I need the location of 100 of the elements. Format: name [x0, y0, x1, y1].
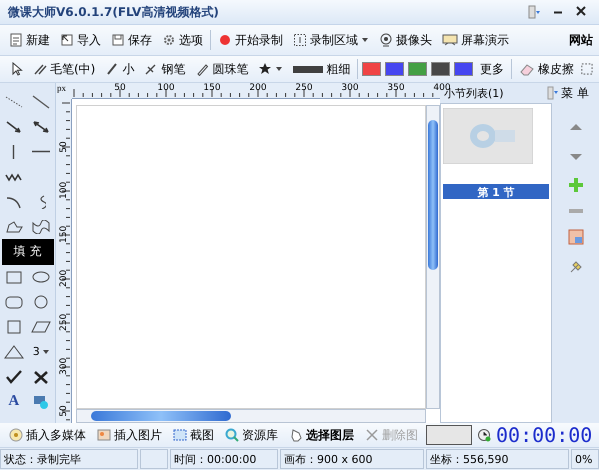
- menu-icon: [527, 5, 541, 19]
- ruler-label: 300: [59, 359, 69, 375]
- status-time: 时间：00:00:00: [170, 449, 278, 469]
- ruler-unit: px: [56, 83, 72, 99]
- check-icon: [4, 370, 24, 384]
- toolbar-button[interactable]: 开始录制: [215, 30, 286, 50]
- pen-button[interactable]: 钢笔: [141, 58, 188, 80]
- ruler-label: 150: [203, 83, 221, 93]
- ruler-label: 300: [341, 83, 359, 93]
- image-button[interactable]: [568, 229, 584, 245]
- fill-button[interactable]: 填 充: [2, 238, 54, 264]
- screenshot-icon: [173, 428, 187, 442]
- vertical-line-icon: [12, 144, 16, 158]
- ruler-label: 250: [295, 83, 313, 93]
- webcam-icon: [379, 33, 393, 47]
- ruler-label: 100: [157, 83, 175, 93]
- status-canvas-size: 画布：900 x 600: [280, 449, 424, 469]
- brush-icon: [33, 62, 47, 76]
- eraser-icon: [519, 62, 536, 76]
- minus-icon: [568, 207, 584, 215]
- timer: 00:00:00: [496, 423, 592, 447]
- toolbar-button[interactable]: 资源库: [222, 424, 281, 446]
- caret-icon: [361, 37, 369, 43]
- remove-button[interactable]: [568, 207, 584, 215]
- ruler-label: 50: [59, 140, 69, 155]
- region-icon: [293, 33, 307, 47]
- toolbar-button[interactable]: 选项: [159, 30, 206, 50]
- ruler-label: 350: [387, 83, 405, 93]
- color-swatch[interactable]: [408, 62, 428, 76]
- search-icon: [225, 428, 239, 442]
- image-icon: [568, 229, 584, 245]
- color-swatch[interactable]: [362, 62, 382, 76]
- toolbar-button[interactable]: 屏幕演示: [439, 30, 512, 50]
- color-swatch[interactable]: [385, 62, 404, 76]
- ruler-label: 50: [59, 404, 69, 419]
- section-item[interactable]: 第 1 节: [443, 184, 549, 199]
- line-icon: [31, 94, 52, 108]
- pen-button[interactable]: 圆珠笔: [192, 58, 252, 80]
- double-arrow-icon: [31, 120, 52, 134]
- plus-icon: [568, 177, 584, 193]
- line-weight-button[interactable]: 粗细: [290, 58, 354, 80]
- record-icon: [218, 33, 232, 47]
- document-icon: [9, 33, 23, 47]
- toolbar-button[interactable]: 导入: [57, 30, 104, 50]
- pen-icon: [144, 62, 158, 76]
- status-coordinates: 坐标：556,590: [426, 449, 569, 469]
- ruler-label: 200: [249, 83, 267, 93]
- layer-count-dropdown[interactable]: 3: [32, 345, 50, 358]
- toolbar-button[interactable]: 录制区域: [290, 30, 372, 50]
- toolbar-button[interactable]: 插入多媒体: [6, 424, 89, 446]
- caret-icon: [275, 66, 284, 72]
- settings-icon: [162, 33, 176, 47]
- pen-button[interactable]: 小: [102, 58, 138, 80]
- disc-icon: [9, 428, 23, 442]
- text-tool-button[interactable]: A: [8, 393, 20, 410]
- toolbar-button[interactable]: 新建: [6, 30, 53, 50]
- rectangle-icon: [4, 270, 24, 284]
- toolbar-button[interactable]: 保存: [108, 30, 155, 50]
- brush-icon: [105, 62, 120, 76]
- color-swatch[interactable]: [454, 62, 474, 76]
- dashed-square-icon: [581, 62, 593, 76]
- polygon-icon: [4, 220, 24, 234]
- toolbar-button[interactable]: 截图: [170, 424, 217, 446]
- color-preview: [426, 425, 472, 445]
- vertical-scrollbar[interactable]: [426, 105, 440, 409]
- dotted-line-icon: [4, 94, 24, 108]
- line-weight-swatch: [293, 66, 324, 72]
- clock-icon: [477, 428, 491, 442]
- status-text: 状态：录制完毕: [0, 449, 138, 469]
- ruler-label: 150: [59, 227, 69, 243]
- color-swatch[interactable]: [431, 62, 450, 76]
- eraser-button[interactable]: 橡皮擦: [516, 58, 578, 80]
- save-icon: [111, 33, 125, 47]
- menu-icon: [547, 86, 560, 100]
- status-zoom: 0%: [571, 449, 599, 469]
- close-icon: [365, 428, 379, 442]
- toolbar-button[interactable]: 摄像头: [376, 30, 435, 50]
- wave-shape-icon: [31, 220, 52, 234]
- toolbar-button[interactable]: 插入图片: [94, 424, 165, 446]
- minimize-icon: [553, 10, 563, 14]
- rounded-rectangle-icon: [4, 294, 24, 308]
- horizontal-scrollbar[interactable]: [76, 409, 426, 423]
- window-title: 微课大师V6.0.1.7(FLV高清视频格式): [8, 4, 220, 20]
- menu-button[interactable]: 菜 单: [541, 84, 595, 102]
- toolbar-button[interactable]: 选择图层: [286, 424, 357, 446]
- image-icon: [97, 428, 111, 442]
- ruler-label: 200: [59, 271, 69, 287]
- pen-button[interactable]: 毛笔(中): [30, 58, 98, 80]
- status-cell: [140, 449, 168, 469]
- star-icon: [258, 62, 272, 76]
- triangle-icon: [4, 344, 24, 358]
- caret-icon: [42, 348, 50, 354]
- ellipse-icon: [31, 270, 52, 284]
- more-colors-button[interactable]: 更多: [477, 58, 508, 80]
- ruler-label: 250: [59, 315, 69, 331]
- website-link[interactable]: 网站: [569, 32, 593, 48]
- horizontal-line-icon: [32, 150, 50, 153]
- ruler-label: 100: [59, 183, 69, 199]
- import-icon: [60, 33, 74, 47]
- ruler-label: 50: [114, 83, 126, 93]
